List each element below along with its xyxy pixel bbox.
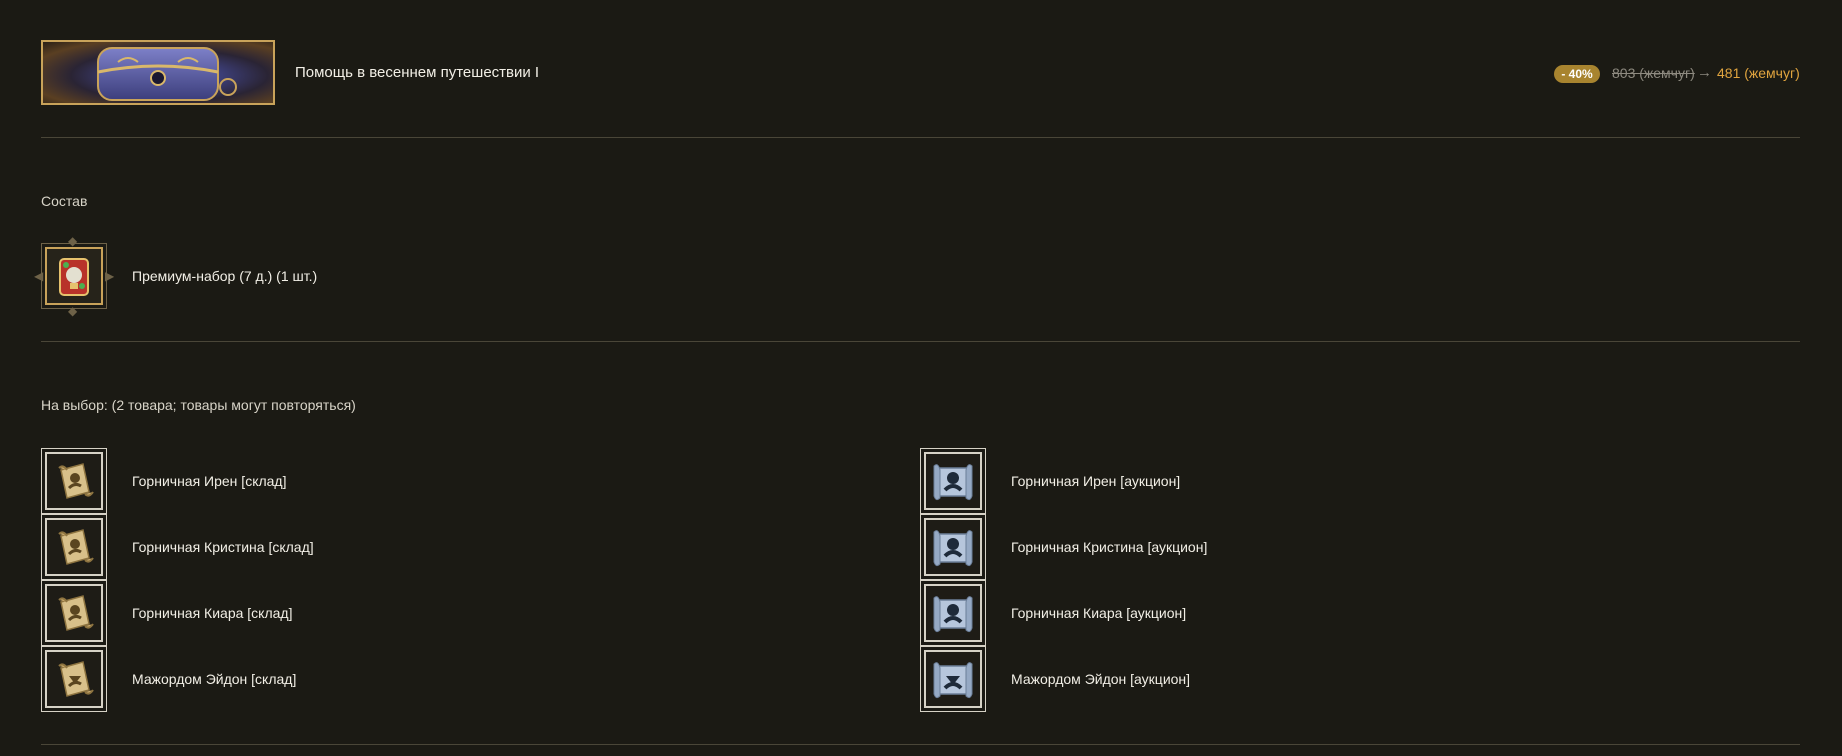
item-label-left-2: Горничная Кристина [склад] [132,539,314,555]
item-label-left-4: Мажордом Эйдон [склад] [132,671,297,687]
item-slot-right-3[interactable] [920,580,986,646]
choice-label: На выбор: (2 товара; товары могут повтор… [41,397,356,413]
item-label-right-2: Горничная Кристина [аукцион] [1011,539,1208,555]
price-arrow: → [1697,64,1712,81]
item-slot-right-2[interactable] [920,514,986,580]
bundle-banner-image [41,40,275,105]
scroll-icon [58,595,94,631]
divider [41,137,1800,138]
bundle-title: Помощь в весеннем путешествии I [295,64,540,81]
divider [41,341,1800,342]
item-label-right-3: Горничная Киара [аукцион] [1011,605,1187,621]
item-slot-left-3[interactable] [41,580,107,646]
item-slot-left-2[interactable] [41,514,107,580]
blue-scroll-icon [933,464,973,501]
premium-pack-slot[interactable]: ◆ ◆ ◀ ▶ [34,235,114,317]
discount-badge: - 40% [1554,65,1600,83]
blue-scroll-icon [933,662,973,699]
old-price: 803 (жемчуг) [1612,65,1695,81]
item-label-left-3: Горничная Киара [склад] [132,605,293,621]
scroll-icon [58,661,94,697]
item-label-left-1: Горничная Ирен [склад] [132,473,287,489]
item-slot-left-4[interactable] [41,646,107,712]
blue-scroll-icon [933,596,973,633]
item-slot-left-1[interactable] [41,448,107,514]
divider [41,744,1800,745]
scroll-icon [58,529,94,565]
composition-label: Состав [41,193,88,209]
item-label-right-1: Горничная Ирен [аукцион] [1011,473,1181,489]
item-slot-right-4[interactable] [920,646,986,712]
blue-scroll-icon [933,530,973,567]
premium-pack-icon [59,258,89,296]
scroll-icon [58,463,94,499]
item-slot-right-1[interactable] [920,448,986,514]
item-label-right-4: Мажордом Эйдон [аукцион] [1011,671,1191,687]
new-price: 481 (жемчуг) [1717,65,1800,81]
premium-pack-label: Премиум-набор (7 д.) (1 шт.) [132,268,318,284]
